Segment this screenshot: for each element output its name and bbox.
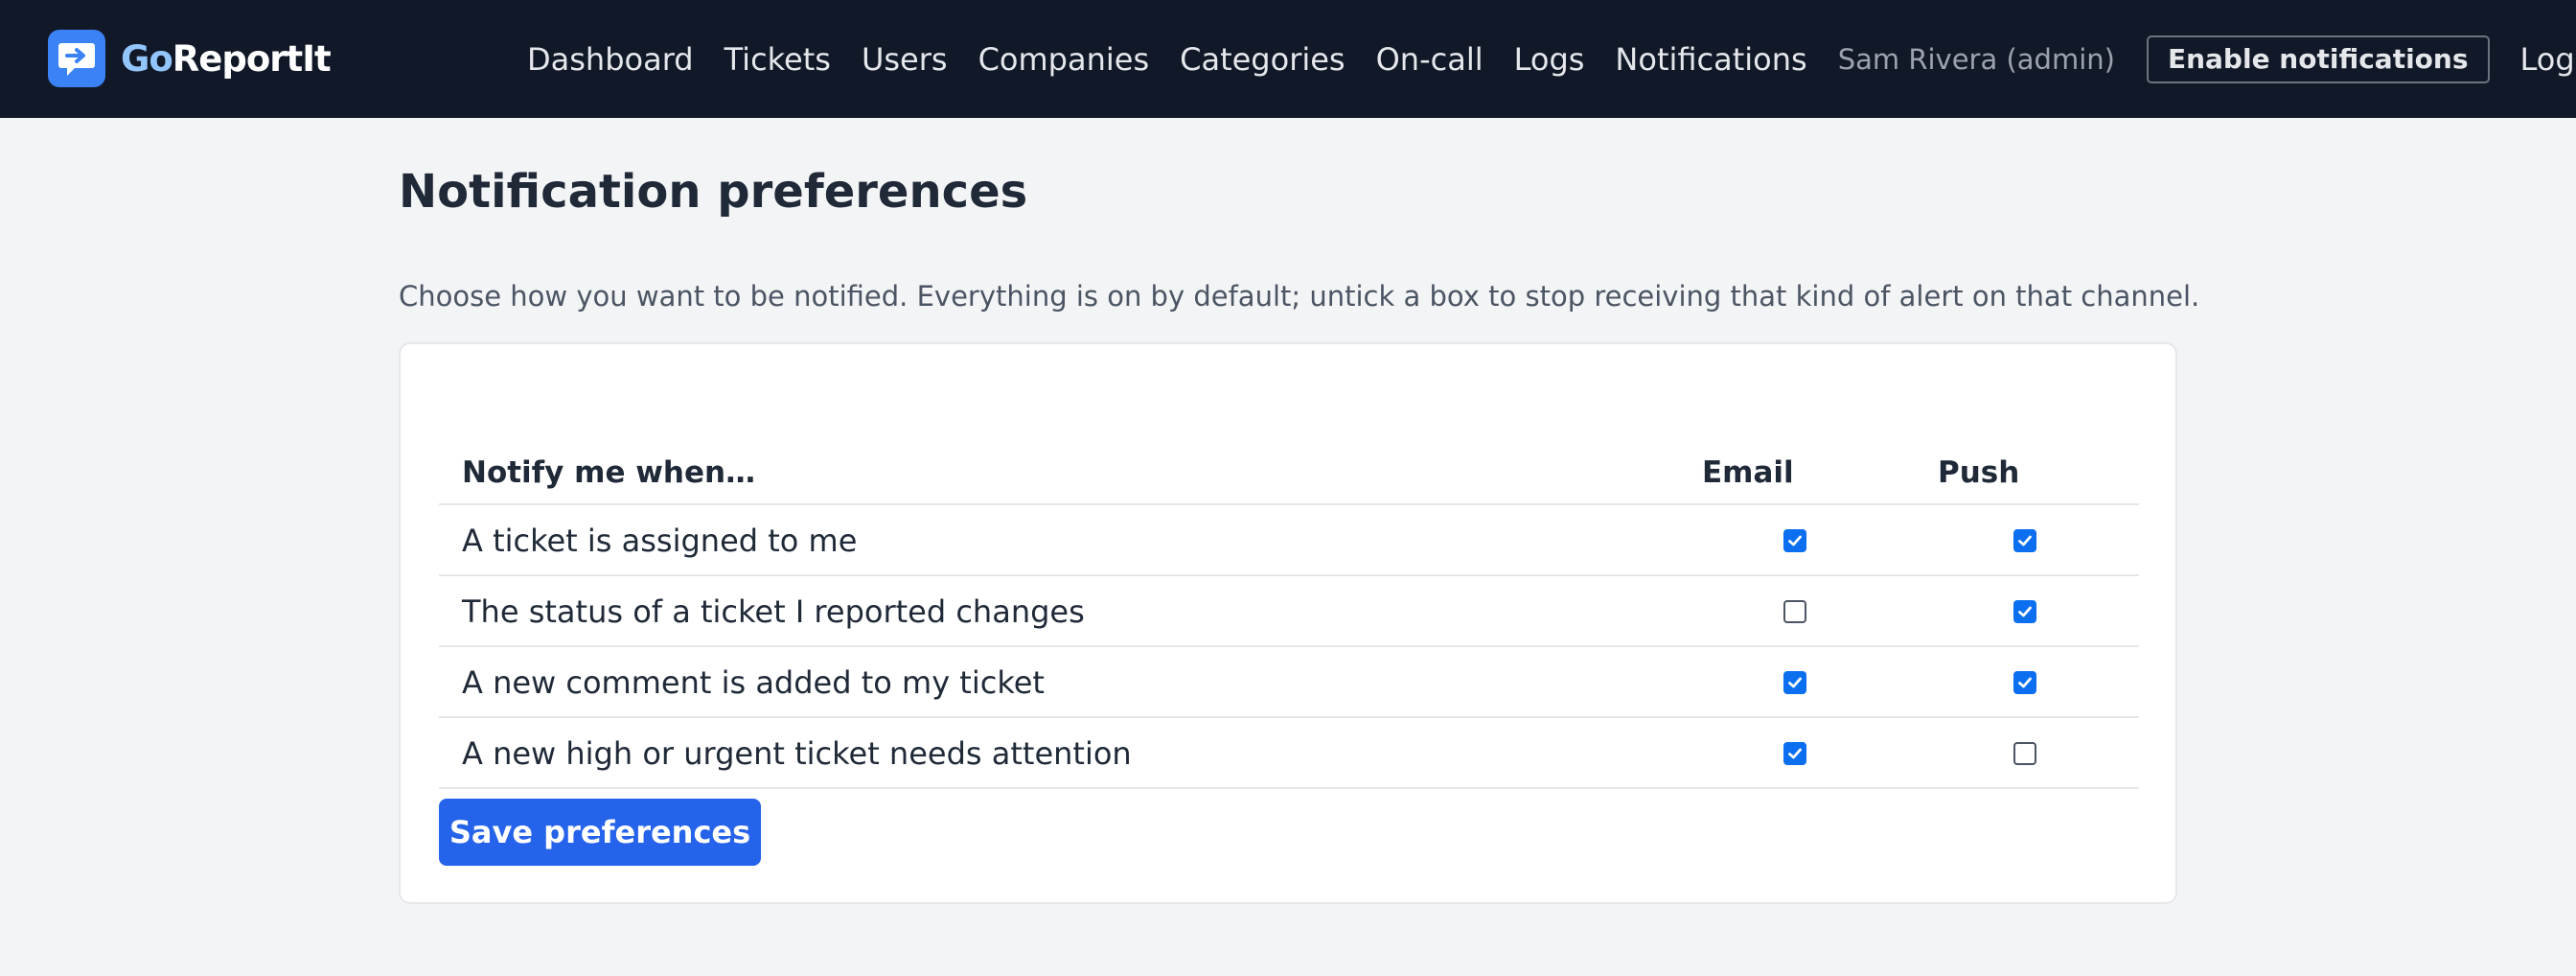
pref-row-ticket-assigned: A ticket is assigned to me [439, 505, 2139, 576]
main-nav: Dashboard Tickets Users Companies Catego… [527, 0, 2576, 118]
pref-label: A ticket is assigned to me [462, 523, 858, 559]
brand-name-suffix: ReportIt [172, 37, 332, 80]
save-preferences-button[interactable]: Save preferences [439, 799, 761, 866]
nav-dashboard[interactable]: Dashboard [527, 41, 694, 78]
brand-name: GoReportIt [121, 37, 332, 80]
brand-home-link[interactable]: GoReportIt [48, 30, 332, 87]
current-user-label: Sam Rivera (admin) [1837, 42, 2115, 76]
email-checkbox[interactable] [1783, 600, 1806, 623]
column-header-push: Push [1938, 455, 2020, 490]
email-checkbox[interactable] [1783, 742, 1806, 765]
nav-categories[interactable]: Categories [1180, 41, 1345, 78]
push-checkbox[interactable] [2013, 529, 2036, 552]
push-checkbox[interactable] [2013, 742, 2036, 765]
pref-row-urgent-ticket: A new high or urgent ticket needs attent… [439, 718, 2139, 789]
push-checkbox[interactable] [2013, 600, 2036, 623]
nav-logs[interactable]: Logs [1514, 41, 1585, 78]
page-title: Notification preferences [399, 165, 1028, 219]
preferences-table: Notify me when… Email Push A ticket is a… [439, 421, 2139, 789]
pref-row-new-comment: A new comment is added to my ticket [439, 647, 2139, 718]
email-checkbox[interactable] [1783, 529, 1806, 552]
top-nav-bar: GoReportIt Dashboard Tickets Users Compa… [0, 0, 2576, 118]
enable-notifications-button[interactable]: Enable notifications [2146, 35, 2490, 83]
email-checkbox[interactable] [1783, 671, 1806, 694]
nav-on-call[interactable]: On-call [1376, 41, 1484, 78]
pref-label: The status of a ticket I reported change… [462, 593, 1085, 630]
nav-companies[interactable]: Companies [978, 41, 1150, 78]
push-checkbox[interactable] [2013, 671, 2036, 694]
pref-label: A new high or urgent ticket needs attent… [462, 735, 1132, 772]
pref-row-status-changes: The status of a ticket I reported change… [439, 576, 2139, 647]
chat-bubble-arrow-icon [48, 30, 105, 87]
logout-link[interactable]: Log out [2520, 41, 2576, 78]
checkmark-icon [2018, 606, 2032, 617]
brand-name-prefix: Go [121, 37, 173, 80]
pref-label: A new comment is added to my ticket [462, 664, 1045, 701]
column-header-email: Email [1702, 455, 1794, 490]
checkmark-icon [2018, 677, 2032, 688]
checkmark-icon [1788, 535, 1802, 546]
checkmark-icon [2018, 535, 2032, 546]
nav-users[interactable]: Users [862, 41, 948, 78]
checkmark-icon [1788, 748, 1802, 759]
preferences-table-header: Notify me when… Email Push [439, 421, 2139, 505]
preferences-card: Notify me when… Email Push A ticket is a… [399, 342, 2177, 904]
checkmark-icon [1788, 677, 1802, 688]
nav-notifications[interactable]: Notifications [1615, 41, 1806, 78]
column-header-event: Notify me when… [462, 455, 756, 490]
nav-tickets[interactable]: Tickets [724, 41, 831, 78]
page-intro-text: Choose how you want to be notified. Ever… [399, 280, 2200, 313]
